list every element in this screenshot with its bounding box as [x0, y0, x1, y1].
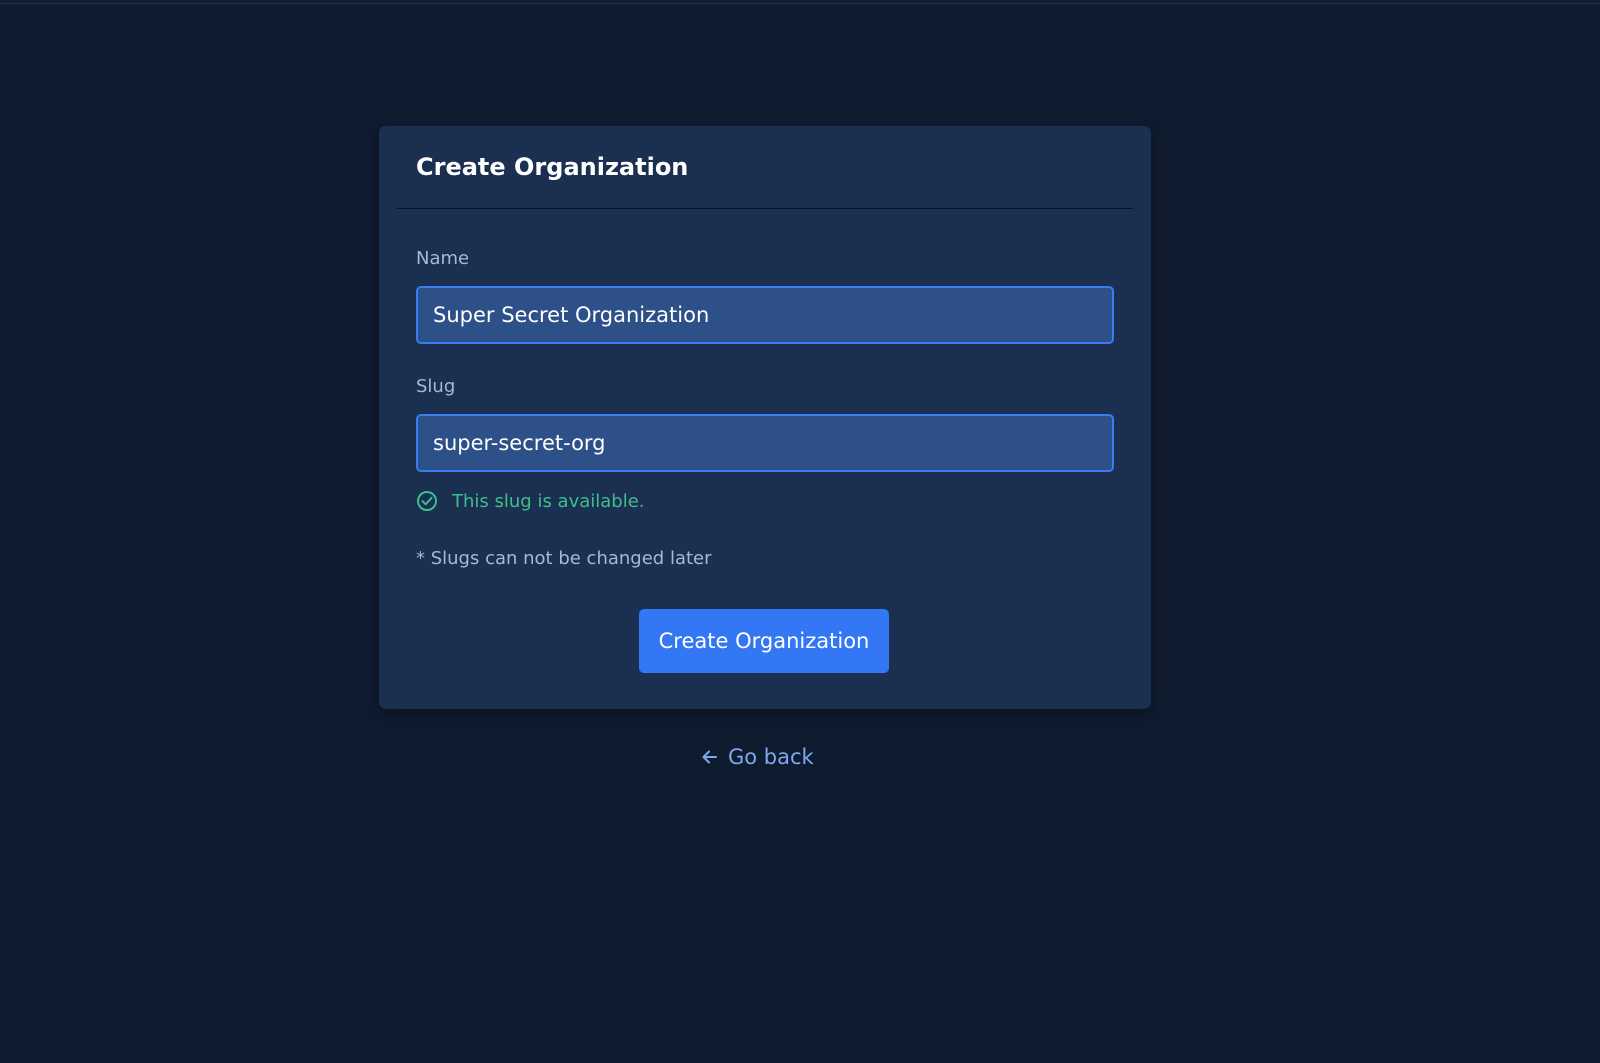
card-title: Create Organization: [416, 153, 689, 181]
go-back-label: Go back: [728, 745, 814, 769]
slug-availability-text: This slug is available.: [452, 490, 645, 512]
slug-input[interactable]: [416, 414, 1114, 472]
slug-availability-message: This slug is available.: [416, 490, 645, 512]
top-border-line: [0, 3, 1600, 4]
arrow-left-icon: [700, 747, 720, 767]
card-divider: [397, 208, 1133, 209]
create-organization-button[interactable]: Create Organization: [639, 609, 889, 673]
slug-note: * Slugs can not be changed later: [416, 548, 712, 569]
check-circle-icon: [416, 490, 438, 512]
go-back-link[interactable]: Go back: [700, 745, 830, 769]
slug-label: Slug: [416, 376, 456, 397]
name-input[interactable]: [416, 286, 1114, 344]
name-label: Name: [416, 248, 470, 269]
create-organization-card: Create Organization Name Slug This slug …: [379, 126, 1151, 709]
